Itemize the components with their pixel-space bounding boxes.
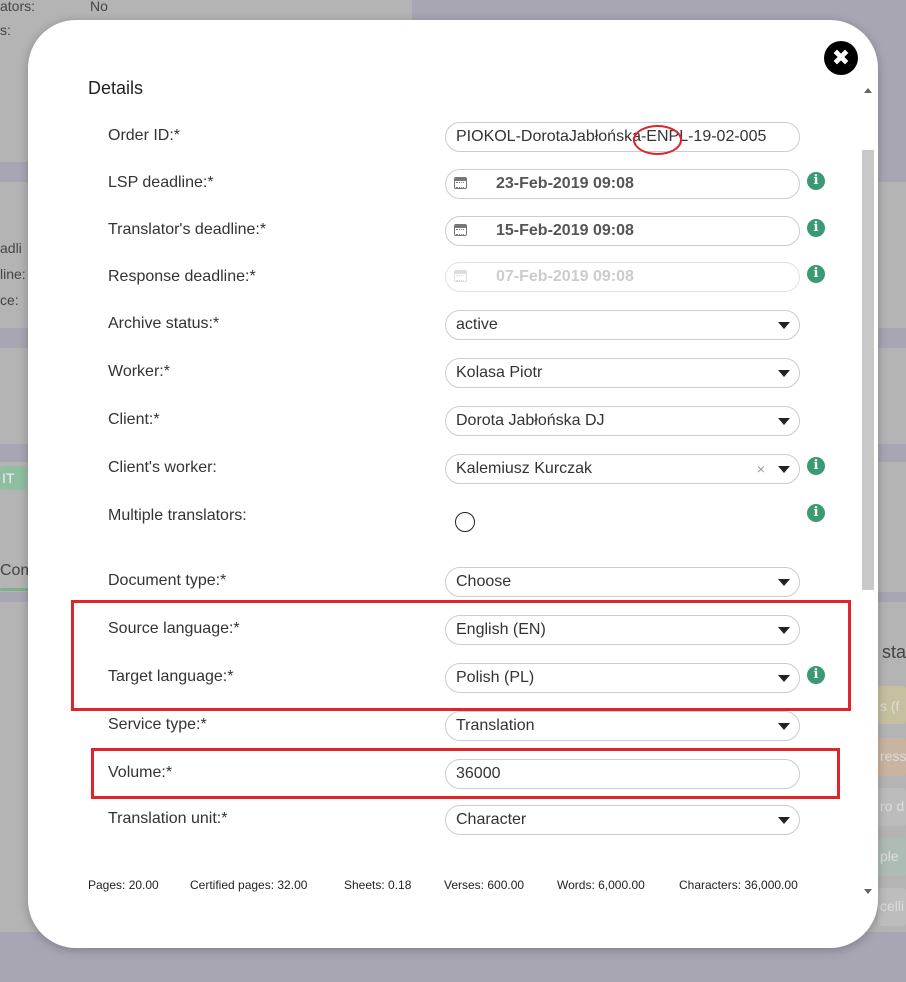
info-icon[interactable]: i [807,265,825,283]
details-title: Details [88,78,144,98]
bg-text-6: ce: [0,292,19,308]
document-type-select[interactable]: Choose [445,567,800,597]
stat-sheets: Sheets: 0.18 [344,878,412,892]
stat-pages: Pages: 20.00 [88,878,159,892]
bg-text-13: ple [880,848,899,864]
bg-text-12: ro d [880,798,905,814]
multiple-translators-label: Multiple translators: [108,507,247,524]
archive-status-select[interactable]: active [445,310,800,340]
calendar-icon[interactable] [454,224,467,236]
bg-text-1: ators: [0,0,36,14]
bg-underline [0,588,30,591]
bg-text-5: line: [0,266,26,282]
info-icon[interactable]: i [807,219,825,237]
response-deadline-input: 07-Feb-2019 09:08 [445,262,800,292]
calendar-icon[interactable] [454,177,467,189]
stat-words: Words: 6,000.00 [557,878,645,892]
translator-deadline-input[interactable]: 15-Feb-2019 09:08 [445,216,800,246]
order-id-label: Order ID:* [108,127,181,144]
translator-deadline-label: Translator's deadline:* [108,221,267,238]
info-icon[interactable]: i [807,457,825,475]
scroll-thumb[interactable] [862,150,874,590]
close-icon: ✖ [831,45,851,70]
translation-unit-select[interactable]: Character [445,805,800,835]
client-label: Client:* [108,411,160,428]
client-select[interactable]: Dorota Jabłońska DJ [445,406,800,436]
lsp-deadline-input[interactable]: 23-Feb-2019 09:08 [445,169,800,199]
stat-characters: Characters: 36,000.00 [679,878,798,892]
close-button[interactable]: ✖ [824,41,858,75]
multiple-translators-radio[interactable] [455,512,475,532]
translation-unit-label: Translation unit:* [108,810,228,827]
clear-icon[interactable]: × [757,455,765,483]
archive-status-label: Archive status:* [108,315,220,332]
bg-text-4: adli [0,240,22,256]
clients-worker-select[interactable]: Kalemiusz Kurczak × [445,454,800,484]
service-type-select[interactable]: Translation [445,711,800,741]
annotation-ellipse-enpl [633,125,682,155]
annotation-box-languages [71,600,851,711]
info-icon[interactable]: i [807,172,825,190]
info-icon[interactable]: i [807,504,825,522]
bg-text-14: celli [880,898,905,914]
response-deadline-value: 07-Feb-2019 09:08 [496,268,634,285]
service-type-label: Service type:* [108,716,207,733]
calendar-icon [454,270,467,282]
order-id-input[interactable]: PIOKOL-DorotaJabłońska-ENPL-19-02-005 [445,122,800,152]
translator-deadline-value: 15-Feb-2019 09:08 [496,222,634,239]
bg-text-11: ress [880,748,906,764]
stat-certified-pages: Certified pages: 32.00 [190,878,308,892]
clients-worker-value: Kalemiusz Kurczak [456,460,593,477]
bg-text-7: IT [2,470,15,486]
scroll-up-arrow-icon[interactable] [864,88,872,93]
bg-text-10: s (f [880,698,900,714]
worker-label: Worker:* [108,363,170,380]
bg-text-2: No [90,0,108,14]
bg-text-3: s: [0,22,11,38]
lsp-deadline-label: LSP deadline:* [108,174,214,191]
bg-text-9: sta [882,642,906,662]
scroll-down-arrow-icon[interactable] [864,889,872,894]
annotation-box-volume [91,748,840,799]
lsp-deadline-value: 23-Feb-2019 09:08 [496,175,634,192]
modal-scrollbar[interactable] [860,84,876,894]
document-type-label: Document type:* [108,572,227,589]
response-deadline-label: Response deadline:* [108,268,256,285]
worker-select[interactable]: Kolasa Piotr [445,358,800,388]
stat-verses: Verses: 600.00 [444,878,525,892]
clients-worker-label: Client's worker: [108,459,217,476]
